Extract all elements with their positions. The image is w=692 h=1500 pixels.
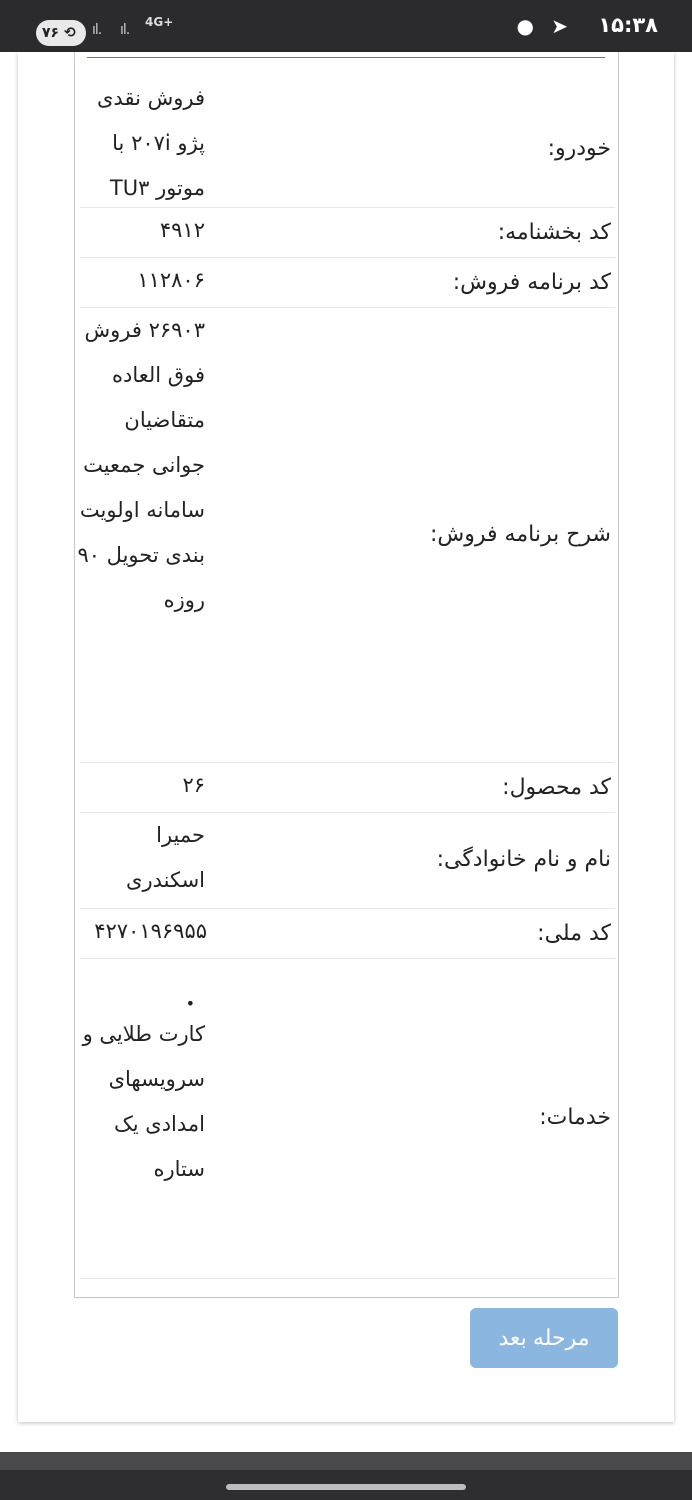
status-time: ۱۵:۳۸	[598, 13, 658, 37]
circular-code-value: ۴۹۱۲	[159, 218, 205, 242]
sales-program-code-label: کد برنامه فروش:	[452, 270, 611, 295]
status-bar: ۷۶ ⟲ ıl. ıl. 4G+ ● ➤ ۱۵:۳۸	[0, 0, 692, 52]
car-value: فروش نقدی پژو ۲۰۷i با موتور TU۳	[96, 86, 205, 200]
message-icon: ●	[516, 14, 534, 38]
row-services: خدمات: • کارت طلایی و سرویسهای امدادی یک…	[80, 959, 615, 1279]
sales-program-code-value: ۱۱۲۸۰۶	[137, 268, 205, 292]
services-value: کارت طلایی و سرویسهای امدادی یک ستاره	[82, 1022, 205, 1181]
network-type: 4G+	[145, 15, 174, 29]
bullet-icon: •	[185, 994, 195, 1013]
battery-icon: ۷۶ ⟲	[36, 20, 86, 46]
row-full-name: نام و نام خانوادگی: حمیرا اسکندری	[80, 813, 615, 909]
row-sales-program-description: شرح برنامه فروش: ۲۶۹۰۳ فروش فوق العاده م…	[77, 308, 615, 763]
signal-icon: ıl.	[92, 22, 102, 38]
bottom-strip	[0, 1452, 692, 1470]
details-card: خودرو: فروش نقدی پژو ۲۰۷i با موتور TU۳ ک…	[18, 52, 674, 1422]
telegram-icon: ➤	[551, 14, 568, 38]
row-sales-program-code: کد برنامه فروش: ۱۱۲۸۰۶	[80, 258, 615, 308]
row-circular-code: کد بخشنامه: ۴۹۱۲	[80, 208, 615, 258]
home-indicator[interactable]	[226, 1484, 466, 1490]
details-panel: خودرو: فروش نقدی پژو ۲۰۷i با موتور TU۳ ک…	[74, 52, 619, 1298]
services-bullet-row: •	[75, 967, 205, 1013]
full-name-value: حمیرا اسکندری	[126, 823, 205, 892]
row-car: خودرو: فروش نقدی پژو ۲۰۷i با موتور TU۳	[80, 60, 615, 208]
sales-program-description-value: ۲۶۹۰۳ فروش فوق العاده متقاضیان جوانی جمع…	[77, 318, 205, 612]
panel-divider	[87, 57, 605, 58]
circular-code-label: کد بخشنامه:	[497, 220, 611, 245]
services-label: خدمات:	[539, 1105, 611, 1130]
row-national-code: کد ملی: ۴۲۷۰۱۹۶۹۵۵	[80, 909, 615, 959]
national-code-label: کد ملی:	[537, 921, 611, 946]
services-value-wrap: • کارت طلایی و سرویسهای امدادی یک ستاره	[75, 959, 205, 1192]
navigation-bar	[0, 1452, 692, 1500]
row-product-code: کد محصول: ۲۶	[80, 763, 615, 813]
signal-icon-2: ıl.	[120, 22, 130, 38]
product-code-label: کد محصول:	[502, 775, 611, 800]
next-step-button[interactable]: مرحله بعد	[470, 1308, 618, 1368]
full-name-label: نام و نام خانوادگی:	[436, 847, 611, 872]
car-label: خودرو:	[547, 136, 611, 161]
national-code-value: ۴۲۷۰۱۹۶۹۵۵	[94, 919, 207, 943]
product-code-value: ۲۶	[182, 773, 205, 797]
sales-program-description-label: شرح برنامه فروش:	[430, 522, 611, 547]
battery-level: ۷۶	[42, 25, 60, 41]
